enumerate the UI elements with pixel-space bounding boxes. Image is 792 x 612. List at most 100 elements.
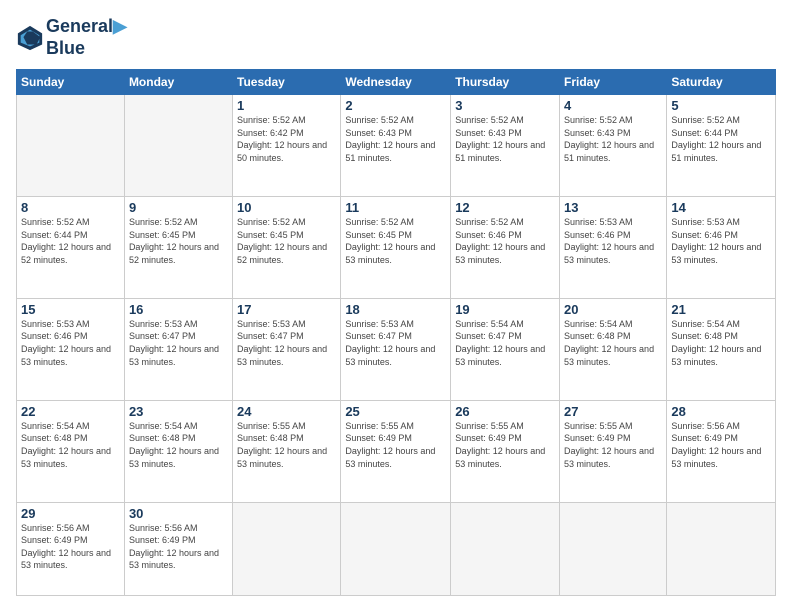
calendar-cell: 29Sunrise: 5:56 AMSunset: 6:49 PMDayligh… — [17, 502, 125, 595]
weekday-header-thursday: Thursday — [451, 70, 560, 95]
day-info: Sunrise: 5:52 AMSunset: 6:45 PMDaylight:… — [345, 216, 446, 266]
calendar-cell: 3Sunrise: 5:52 AMSunset: 6:43 PMDaylight… — [451, 95, 560, 197]
day-number: 8 — [21, 200, 120, 215]
day-number: 4 — [564, 98, 662, 113]
calendar-cell: 19Sunrise: 5:54 AMSunset: 6:47 PMDayligh… — [451, 298, 560, 400]
calendar-cell: 2Sunrise: 5:52 AMSunset: 6:43 PMDaylight… — [341, 95, 451, 197]
day-info: Sunrise: 5:53 AMSunset: 6:46 PMDaylight:… — [21, 318, 120, 368]
weekday-header-wednesday: Wednesday — [341, 70, 451, 95]
day-number: 11 — [345, 200, 446, 215]
day-number: 23 — [129, 404, 228, 419]
page: General▶ Blue SundayMondayTuesdayWednesd… — [0, 0, 792, 612]
day-info: Sunrise: 5:52 AMSunset: 6:42 PMDaylight:… — [237, 114, 336, 164]
day-info: Sunrise: 5:54 AMSunset: 6:48 PMDaylight:… — [671, 318, 771, 368]
calendar-cell: 30Sunrise: 5:56 AMSunset: 6:49 PMDayligh… — [124, 502, 232, 595]
day-info: Sunrise: 5:52 AMSunset: 6:45 PMDaylight:… — [237, 216, 336, 266]
calendar-cell: 8Sunrise: 5:52 AMSunset: 6:44 PMDaylight… — [17, 197, 125, 299]
day-number: 2 — [345, 98, 446, 113]
day-number: 10 — [237, 200, 336, 215]
day-info: Sunrise: 5:52 AMSunset: 6:43 PMDaylight:… — [564, 114, 662, 164]
header: General▶ Blue — [16, 16, 776, 59]
calendar-cell: 28Sunrise: 5:56 AMSunset: 6:49 PMDayligh… — [667, 400, 776, 502]
day-info: Sunrise: 5:52 AMSunset: 6:43 PMDaylight:… — [345, 114, 446, 164]
calendar-cell: 5Sunrise: 5:52 AMSunset: 6:44 PMDaylight… — [667, 95, 776, 197]
day-info: Sunrise: 5:52 AMSunset: 6:46 PMDaylight:… — [455, 216, 555, 266]
calendar-cell: 25Sunrise: 5:55 AMSunset: 6:49 PMDayligh… — [341, 400, 451, 502]
calendar-cell: 18Sunrise: 5:53 AMSunset: 6:47 PMDayligh… — [341, 298, 451, 400]
calendar-cell — [17, 95, 125, 197]
calendar-cell: 20Sunrise: 5:54 AMSunset: 6:48 PMDayligh… — [560, 298, 667, 400]
weekday-header-friday: Friday — [560, 70, 667, 95]
day-number: 25 — [345, 404, 446, 419]
weekday-header-row: SundayMondayTuesdayWednesdayThursdayFrid… — [17, 70, 776, 95]
calendar-cell: 26Sunrise: 5:55 AMSunset: 6:49 PMDayligh… — [451, 400, 560, 502]
day-number: 9 — [129, 200, 228, 215]
day-number: 1 — [237, 98, 336, 113]
day-info: Sunrise: 5:54 AMSunset: 6:48 PMDaylight:… — [21, 420, 120, 470]
calendar-cell: 13Sunrise: 5:53 AMSunset: 6:46 PMDayligh… — [560, 197, 667, 299]
calendar-cell — [451, 502, 560, 595]
day-info: Sunrise: 5:55 AMSunset: 6:49 PMDaylight:… — [564, 420, 662, 470]
calendar-cell: 17Sunrise: 5:53 AMSunset: 6:47 PMDayligh… — [233, 298, 341, 400]
day-info: Sunrise: 5:52 AMSunset: 6:45 PMDaylight:… — [129, 216, 228, 266]
day-info: Sunrise: 5:55 AMSunset: 6:48 PMDaylight:… — [237, 420, 336, 470]
weekday-header-sunday: Sunday — [17, 70, 125, 95]
logo-icon — [16, 24, 44, 52]
day-number: 27 — [564, 404, 662, 419]
logo: General▶ Blue — [16, 16, 127, 59]
day-info: Sunrise: 5:56 AMSunset: 6:49 PMDaylight:… — [671, 420, 771, 470]
week-row-2: 8Sunrise: 5:52 AMSunset: 6:44 PMDaylight… — [17, 197, 776, 299]
day-number: 30 — [129, 506, 228, 521]
day-number: 24 — [237, 404, 336, 419]
day-info: Sunrise: 5:55 AMSunset: 6:49 PMDaylight:… — [345, 420, 446, 470]
day-info: Sunrise: 5:53 AMSunset: 6:46 PMDaylight:… — [671, 216, 771, 266]
calendar-cell: 24Sunrise: 5:55 AMSunset: 6:48 PMDayligh… — [233, 400, 341, 502]
day-number: 29 — [21, 506, 120, 521]
calendar-table: SundayMondayTuesdayWednesdayThursdayFrid… — [16, 69, 776, 596]
day-number: 16 — [129, 302, 228, 317]
calendar-cell: 16Sunrise: 5:53 AMSunset: 6:47 PMDayligh… — [124, 298, 232, 400]
weekday-header-tuesday: Tuesday — [233, 70, 341, 95]
calendar-cell: 1Sunrise: 5:52 AMSunset: 6:42 PMDaylight… — [233, 95, 341, 197]
day-info: Sunrise: 5:56 AMSunset: 6:49 PMDaylight:… — [21, 522, 120, 572]
day-info: Sunrise: 5:53 AMSunset: 6:47 PMDaylight:… — [345, 318, 446, 368]
day-number: 26 — [455, 404, 555, 419]
calendar-cell: 12Sunrise: 5:52 AMSunset: 6:46 PMDayligh… — [451, 197, 560, 299]
day-info: Sunrise: 5:53 AMSunset: 6:47 PMDaylight:… — [129, 318, 228, 368]
calendar-cell: 23Sunrise: 5:54 AMSunset: 6:48 PMDayligh… — [124, 400, 232, 502]
calendar-cell: 27Sunrise: 5:55 AMSunset: 6:49 PMDayligh… — [560, 400, 667, 502]
day-number: 28 — [671, 404, 771, 419]
calendar-cell: 11Sunrise: 5:52 AMSunset: 6:45 PMDayligh… — [341, 197, 451, 299]
day-number: 13 — [564, 200, 662, 215]
day-number: 15 — [21, 302, 120, 317]
day-info: Sunrise: 5:55 AMSunset: 6:49 PMDaylight:… — [455, 420, 555, 470]
day-info: Sunrise: 5:54 AMSunset: 6:48 PMDaylight:… — [129, 420, 228, 470]
day-info: Sunrise: 5:52 AMSunset: 6:43 PMDaylight:… — [455, 114, 555, 164]
day-info: Sunrise: 5:54 AMSunset: 6:48 PMDaylight:… — [564, 318, 662, 368]
day-number: 18 — [345, 302, 446, 317]
weekday-header-monday: Monday — [124, 70, 232, 95]
day-number: 20 — [564, 302, 662, 317]
calendar-cell: 21Sunrise: 5:54 AMSunset: 6:48 PMDayligh… — [667, 298, 776, 400]
day-number: 19 — [455, 302, 555, 317]
calendar-cell: 10Sunrise: 5:52 AMSunset: 6:45 PMDayligh… — [233, 197, 341, 299]
calendar-cell: 9Sunrise: 5:52 AMSunset: 6:45 PMDaylight… — [124, 197, 232, 299]
day-info: Sunrise: 5:56 AMSunset: 6:49 PMDaylight:… — [129, 522, 228, 572]
day-number: 21 — [671, 302, 771, 317]
day-number: 12 — [455, 200, 555, 215]
day-info: Sunrise: 5:54 AMSunset: 6:47 PMDaylight:… — [455, 318, 555, 368]
day-number: 3 — [455, 98, 555, 113]
weekday-header-saturday: Saturday — [667, 70, 776, 95]
day-info: Sunrise: 5:53 AMSunset: 6:47 PMDaylight:… — [237, 318, 336, 368]
calendar-cell — [124, 95, 232, 197]
calendar-cell: 4Sunrise: 5:52 AMSunset: 6:43 PMDaylight… — [560, 95, 667, 197]
day-number: 5 — [671, 98, 771, 113]
day-info: Sunrise: 5:52 AMSunset: 6:44 PMDaylight:… — [671, 114, 771, 164]
week-row-1: 1Sunrise: 5:52 AMSunset: 6:42 PMDaylight… — [17, 95, 776, 197]
day-number: 22 — [21, 404, 120, 419]
calendar-cell: 14Sunrise: 5:53 AMSunset: 6:46 PMDayligh… — [667, 197, 776, 299]
week-row-3: 15Sunrise: 5:53 AMSunset: 6:46 PMDayligh… — [17, 298, 776, 400]
week-row-4: 22Sunrise: 5:54 AMSunset: 6:48 PMDayligh… — [17, 400, 776, 502]
calendar-cell — [341, 502, 451, 595]
calendar-cell — [667, 502, 776, 595]
